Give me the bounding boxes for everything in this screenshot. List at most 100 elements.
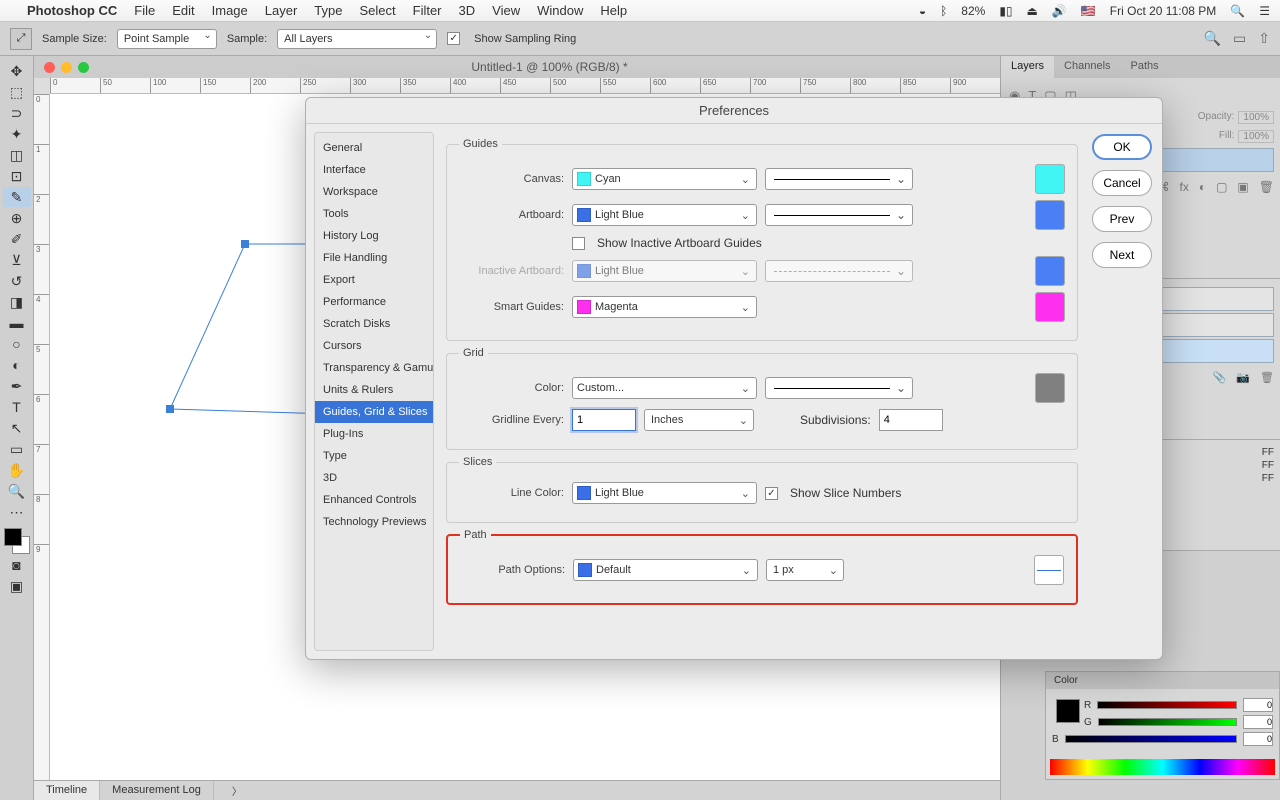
inactive-guides-checkbox[interactable] (572, 237, 585, 250)
new-layer-icon[interactable]: ▣ (1237, 180, 1248, 194)
menu-filter[interactable]: Filter (413, 3, 442, 18)
prefs-cat-guides[interactable]: Guides, Grid & Slices (315, 401, 433, 423)
r-input[interactable] (1243, 698, 1273, 712)
prefs-cat-plugins[interactable]: Plug-Ins (315, 423, 433, 445)
menu-edit[interactable]: Edit (172, 3, 194, 18)
folder-icon[interactable]: ▢ (1216, 180, 1227, 194)
search-icon[interactable]: 🔍 (1204, 30, 1221, 47)
mask-icon[interactable]: ◐ (1199, 180, 1206, 194)
menu-select[interactable]: Select (359, 3, 395, 18)
zoom-tool[interactable]: 🔍 (3, 481, 31, 501)
color-swatches[interactable] (4, 528, 30, 554)
sample-select[interactable]: All Layers (277, 29, 437, 49)
prefs-cat-interface[interactable]: Interface (315, 159, 433, 181)
smart-color-select[interactable]: Magenta (572, 296, 757, 318)
eyedropper-tool[interactable]: ✎ (3, 187, 31, 207)
sample-size-select[interactable]: Point Sample (117, 29, 217, 49)
type-tool[interactable]: T (3, 397, 31, 417)
workspace-icon[interactable]: ▭ (1233, 30, 1246, 47)
path-width-select[interactable]: 1 px (766, 559, 844, 581)
brush-tool[interactable]: ✐ (3, 229, 31, 249)
inactive-swatch[interactable] (1035, 256, 1065, 286)
stamp-tool[interactable]: ⊻ (3, 250, 31, 270)
color-spectrum[interactable] (1050, 759, 1275, 775)
pen-tool[interactable]: ✒ (3, 376, 31, 396)
grid-swatch[interactable] (1035, 373, 1065, 403)
trash-icon[interactable]: 🗑 (1260, 371, 1274, 384)
grid-style-select[interactable] (765, 377, 913, 399)
prefs-cat-history[interactable]: History Log (315, 225, 433, 247)
eraser-tool[interactable]: ◨ (3, 292, 31, 312)
app-name[interactable]: Photoshop CC (27, 3, 117, 18)
close-icon[interactable] (44, 62, 55, 73)
ok-button[interactable]: OK (1092, 134, 1152, 160)
hand-tool[interactable]: ✋ (3, 460, 31, 480)
blur-tool[interactable]: ○ (3, 334, 31, 354)
tab-channels[interactable]: Channels (1054, 56, 1120, 78)
fx-icon[interactable]: fx (1179, 180, 1188, 194)
dodge-tool[interactable]: ◐ (3, 355, 31, 375)
canvas-swatch[interactable] (1035, 164, 1065, 194)
prefs-cat-type[interactable]: Type (315, 445, 433, 467)
canvas-color-select[interactable]: Cyan (572, 168, 757, 190)
menu-image[interactable]: Image (212, 3, 248, 18)
b-input[interactable] (1243, 732, 1273, 746)
canvas-style-select[interactable] (765, 168, 913, 190)
smart-swatch[interactable] (1035, 292, 1065, 322)
status-arrow-icon[interactable]: 〉 (232, 783, 242, 798)
edit-toolbar[interactable]: ⋯ (3, 502, 31, 522)
gradient-tool[interactable]: ▬ (3, 313, 31, 333)
opacity-value[interactable]: 100% (1238, 111, 1274, 124)
prefs-cat-units[interactable]: Units & Rulers (315, 379, 433, 401)
flag-icon[interactable]: 🇺🇸 (1081, 4, 1096, 18)
clock[interactable]: Fri Oct 20 11:08 PM (1110, 4, 1216, 18)
bluetooth-icon[interactable]: ᛒ (940, 4, 947, 18)
menu-type[interactable]: Type (314, 3, 342, 18)
grid-unit-select[interactable]: Inches (644, 409, 754, 431)
ruler-vertical[interactable]: 0123456789 (34, 94, 50, 780)
prefs-cat-transparency[interactable]: Transparency & Gamut (315, 357, 433, 379)
tab-layers[interactable]: Layers (1001, 56, 1054, 78)
show-ring-checkbox[interactable] (447, 32, 460, 45)
prefs-cat-performance[interactable]: Performance (315, 291, 433, 313)
maximize-icon[interactable] (78, 62, 89, 73)
wand-tool[interactable]: ✦ (3, 124, 31, 144)
lasso-tool[interactable]: ⊃ (3, 103, 31, 123)
menu-file[interactable]: File (134, 3, 155, 18)
tool-preset-icon[interactable]: ⤢ (10, 28, 32, 50)
prefs-cat-enhanced[interactable]: Enhanced Controls (315, 489, 433, 511)
prefs-cat-tools[interactable]: Tools (315, 203, 433, 225)
tab-measurement[interactable]: Measurement Log (100, 781, 214, 800)
quickmask-tool[interactable]: ◙ (3, 555, 31, 575)
share-icon[interactable]: ⇧ (1258, 30, 1270, 47)
ruler-horizontal[interactable]: 0501001502002503003504004505005506006507… (50, 78, 1000, 94)
subdivisions-input[interactable] (879, 409, 943, 431)
tab-paths[interactable]: Paths (1121, 56, 1169, 78)
move-tool[interactable]: ✥ (3, 61, 31, 81)
crop-tool[interactable]: ◫ (3, 145, 31, 165)
marquee-tool[interactable]: ⬚ (3, 82, 31, 102)
slice-color-select[interactable]: Light Blue (572, 482, 757, 504)
prefs-cat-filehandling[interactable]: File Handling (315, 247, 433, 269)
trash-icon[interactable]: 🗑 (1259, 180, 1274, 194)
frame-tool[interactable]: ⊡ (3, 166, 31, 186)
minimize-icon[interactable] (61, 62, 72, 73)
path-select-tool[interactable]: ↖ (3, 418, 31, 438)
wifi-icon[interactable]: ◒ (919, 4, 926, 18)
menu-layer[interactable]: Layer (265, 3, 298, 18)
prev-button[interactable]: Prev (1092, 206, 1152, 232)
prefs-cat-export[interactable]: Export (315, 269, 433, 291)
show-slice-numbers-checkbox[interactable] (765, 487, 778, 500)
artboard-color-select[interactable]: Light Blue (572, 204, 757, 226)
prefs-cat-scratch[interactable]: Scratch Disks (315, 313, 433, 335)
shape-tool[interactable]: ▭ (3, 439, 31, 459)
screenmode-tool[interactable]: ▣ (3, 576, 31, 596)
heal-tool[interactable]: ⊕ (3, 208, 31, 228)
current-color-swatch[interactable] (1056, 699, 1080, 723)
clip-icon[interactable]: 📎 (1213, 371, 1227, 384)
prefs-cat-general[interactable]: General (315, 137, 433, 159)
artboard-swatch[interactable] (1035, 200, 1065, 230)
artboard-style-select[interactable] (765, 204, 913, 226)
fill-value[interactable]: 100% (1238, 130, 1274, 143)
g-input[interactable] (1243, 715, 1273, 729)
